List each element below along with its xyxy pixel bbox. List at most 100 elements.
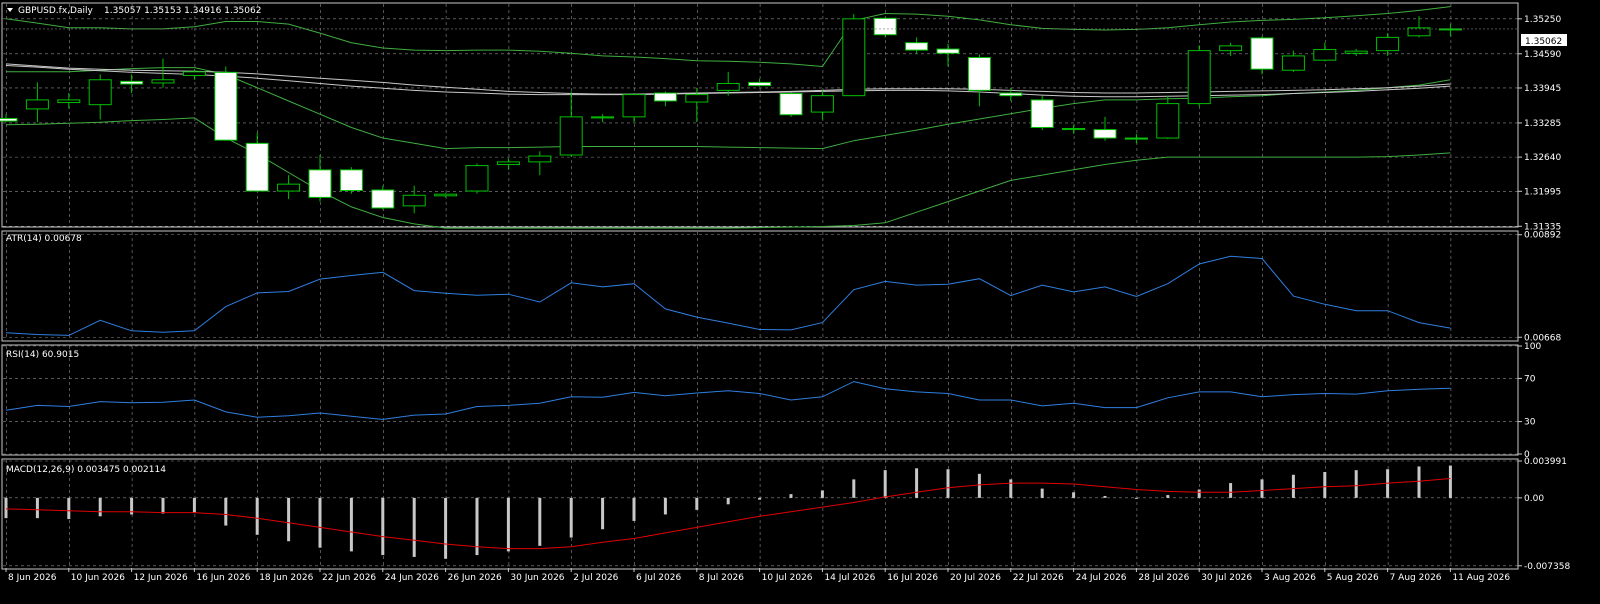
x-date-label: 5 Aug 2026	[1327, 573, 1379, 583]
rsi-y-tick-label: 100	[1524, 342, 1541, 352]
candle-body	[1030, 99, 1054, 128]
macd-histogram-bar	[726, 497, 730, 505]
x-date-label: 12 Jun 2026	[134, 573, 188, 583]
x-date-label: 3 Aug 2026	[1264, 573, 1316, 583]
macd-histogram-bar	[4, 497, 8, 519]
candle	[1187, 45, 1211, 107]
macd-histogram-bar	[1448, 465, 1452, 498]
candle-body	[371, 189, 395, 209]
candle-body	[57, 99, 81, 104]
candle-body	[402, 194, 426, 207]
candle	[779, 92, 803, 117]
macd-histogram-bar	[1197, 489, 1201, 498]
macd-histogram-bar	[977, 473, 981, 498]
x-date-label: 2 Jul 2026	[573, 573, 618, 583]
price-y-tick-label: 1.34590	[1524, 50, 1561, 60]
x-date-label: 30 Jul 2026	[1201, 573, 1252, 583]
candle-body	[25, 99, 49, 110]
candle	[465, 163, 489, 194]
price-y-tick-label: 1.31995	[1524, 187, 1561, 197]
macd-histogram-bar	[820, 490, 824, 498]
candle-body	[88, 79, 112, 106]
candle-body	[873, 17, 897, 36]
macd-histogram-bar	[632, 497, 636, 521]
x-date-label: 6 Jul 2026	[636, 573, 681, 583]
macd-histogram-bar	[1417, 466, 1421, 498]
macd-histogram-bar	[1072, 492, 1076, 498]
x-date-label: 10 Jun 2026	[71, 573, 125, 583]
macd-histogram-bar	[915, 468, 919, 498]
x-date-label: 8 Jun 2026	[8, 573, 57, 583]
candle-body	[936, 48, 960, 54]
candle-body	[528, 155, 552, 163]
chart-canvas[interactable]: 1.35250 1.34590 1.33945 1.33285 1.32640 1.319…	[0, 0, 1600, 600]
macd-histogram-bar	[224, 497, 228, 526]
macd-histogram-bar	[98, 497, 102, 517]
macd-histogram-bar	[255, 497, 259, 535]
candle	[214, 66, 238, 141]
rsi-title: RSI(14) 60.9015	[6, 350, 79, 360]
macd-histogram-bar	[35, 497, 39, 519]
price-y-tick-label: 1.32640	[1524, 153, 1561, 163]
trading-chart[interactable]: 1.35250 1.34590 1.33945 1.33285 1.32640 1.319…	[0, 0, 1600, 600]
candle-body	[779, 93, 803, 116]
current-price-label: 1.35062	[1525, 37, 1562, 47]
x-date-label: 30 Jun 2026	[510, 573, 564, 583]
x-date-label: 16 Jul 2026	[887, 573, 938, 583]
macd-histogram-bar	[161, 497, 165, 514]
atr-y-tick-label: 0.00892	[1524, 231, 1561, 241]
macd-histogram-bar	[1103, 496, 1107, 498]
price-y-tick-label: 1.33945	[1524, 84, 1561, 94]
candle-body	[559, 116, 583, 156]
current-price-marker: 1.35062	[1521, 34, 1567, 47]
macd-histogram-bar	[852, 479, 856, 498]
macd-histogram-bar	[1040, 488, 1044, 498]
candle-body	[653, 92, 677, 102]
macd-histogram-bar	[758, 497, 762, 500]
symbol-label: GBPUSD.fx,Daily	[18, 6, 93, 16]
macd-histogram-bar	[538, 497, 542, 546]
macd-histogram-bar	[946, 469, 950, 498]
candle-body	[1219, 45, 1243, 52]
x-date-label: 14 Jul 2026	[824, 573, 875, 583]
candle-body	[810, 95, 834, 113]
macd-histogram-bar	[1134, 497, 1138, 499]
rsi-y-tick-label: 30	[1524, 418, 1536, 428]
x-date-label: 10 Jul 2026	[762, 573, 813, 583]
candle-body	[1062, 128, 1086, 131]
macd-histogram-bar	[381, 497, 385, 556]
macd-histogram-bar	[444, 497, 448, 559]
chart-header[interactable]: GBPUSD.fx,Daily 1.35057 1.35153 1.34916 …	[7, 6, 261, 16]
candle-body	[1093, 129, 1117, 139]
macd-histogram-bar	[695, 497, 699, 510]
candle-body	[1124, 137, 1148, 140]
candle	[873, 17, 897, 38]
candle	[842, 14, 866, 97]
candle-body	[1438, 28, 1462, 31]
candle	[339, 167, 363, 194]
candle-body	[748, 81, 772, 87]
macd-histogram-bar	[349, 497, 353, 552]
macd-histogram-bar	[67, 497, 71, 520]
x-date-label: 11 Aug 2026	[1452, 573, 1510, 583]
macd-histogram-bar	[569, 497, 573, 538]
candle-body	[465, 165, 489, 192]
macd-title: MACD(12,26,9) 0.003475 0.002114	[6, 465, 166, 475]
rsi-y-tick-label: 70	[1524, 374, 1536, 384]
x-date-label: 16 Jun 2026	[196, 573, 250, 583]
macd-histogram-bar	[1260, 479, 1264, 498]
macd-histogram-bar	[601, 497, 605, 530]
candle-body	[842, 18, 866, 97]
candle-body	[716, 82, 740, 91]
candle-body	[967, 57, 991, 91]
candle-body	[308, 169, 332, 198]
candle-body	[1250, 37, 1274, 70]
candle-body	[1156, 103, 1180, 139]
candle-body	[496, 161, 520, 166]
candle-body	[591, 116, 615, 119]
macd-histogram-bar	[883, 470, 887, 498]
x-date-label: 7 Aug 2026	[1390, 573, 1442, 583]
macd-histogram-bar	[1354, 470, 1358, 498]
x-date-label: 22 Jun 2026	[322, 573, 376, 583]
candle-body	[339, 169, 363, 192]
